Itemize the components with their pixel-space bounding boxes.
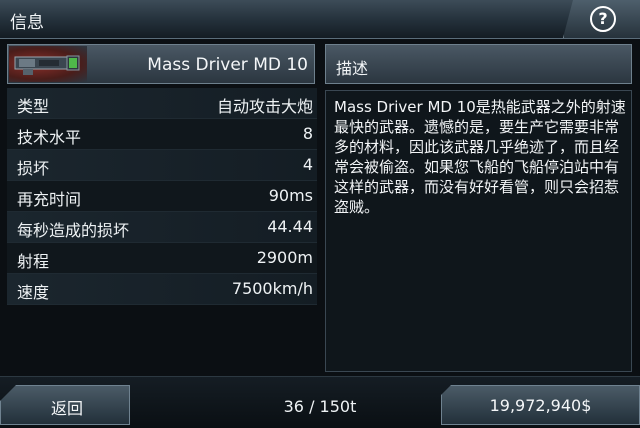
stat-label: 技术水平 xyxy=(17,128,82,147)
stat-label: 射程 xyxy=(17,252,50,271)
top-bar: 信息 ? xyxy=(0,0,640,39)
stat-row-damage: 损坏 4 xyxy=(7,150,317,181)
stat-label: 损坏 xyxy=(17,159,50,178)
item-name: Mass Driver MD 10 xyxy=(147,55,308,75)
item-header: Mass Driver MD 10 xyxy=(7,44,315,84)
page-title: 信息 xyxy=(10,13,44,33)
stat-row-type: 类型 自动攻击大炮 xyxy=(7,88,317,119)
stat-value: 4 xyxy=(302,155,313,174)
credits-label: 19,972,940$ xyxy=(489,396,592,415)
description-title: 描述 xyxy=(336,59,369,78)
question-mark-icon: ? xyxy=(590,6,616,32)
stat-row-tech-level: 技术水平 8 xyxy=(7,119,317,150)
stat-label: 再充时间 xyxy=(17,190,82,209)
stat-value: 自动攻击大炮 xyxy=(216,97,313,116)
stat-row-recharge: 再充时间 90ms xyxy=(7,181,317,212)
stat-value: 2900m xyxy=(256,248,313,267)
description-header: 描述 xyxy=(325,44,632,84)
stat-value: 7500km/h xyxy=(231,279,313,298)
credits-button[interactable]: 19,972,940$ xyxy=(441,385,640,425)
stat-value: 8 xyxy=(302,124,313,143)
description-text: Mass Driver MD 10是热能武器之外的射速最快的武器。遗憾的是，要生… xyxy=(325,90,632,372)
weapon-thumbnail-icon xyxy=(9,46,87,82)
stat-label: 每秒造成的损坏 xyxy=(17,221,130,240)
stat-label: 类型 xyxy=(17,97,50,116)
stat-value: 44.44 xyxy=(267,217,313,236)
stat-row-speed: 速度 7500km/h xyxy=(7,274,317,305)
stat-row-range: 射程 2900m xyxy=(7,243,317,274)
help-button[interactable]: ? xyxy=(563,0,640,38)
bottom-bar: 返回 36 / 150t 19,972,940$ xyxy=(0,376,640,428)
stat-row-dps: 每秒造成的损坏 44.44 xyxy=(7,212,317,243)
stat-label: 速度 xyxy=(17,283,50,302)
stats-list: 类型 自动攻击大炮 技术水平 8 损坏 4 再充时间 90ms 每秒造成的损坏 … xyxy=(7,88,317,305)
stat-value: 90ms xyxy=(268,186,313,205)
